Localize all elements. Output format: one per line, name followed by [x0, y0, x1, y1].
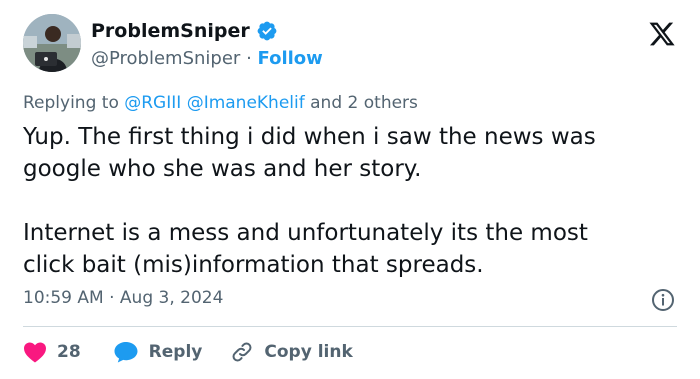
heart-icon: [24, 342, 46, 363]
avatar[interactable]: [23, 14, 81, 72]
separator-dot: ·: [246, 48, 252, 69]
author-handle-row: @ProblemSniper · Follow: [91, 48, 323, 69]
tweet-date: Aug 3, 2024: [119, 288, 224, 308]
tweet-text-line: Yup. The first thing i did when i saw th…: [23, 124, 596, 150]
tweet-text-line: google who she was and her story.: [23, 156, 422, 182]
tweet-text: Yup. The first thing i did when i saw th…: [23, 121, 673, 281]
replying-suffix[interactable]: and 2 others: [310, 93, 418, 113]
mention-rgiii[interactable]: @RGIII: [124, 93, 181, 113]
like-count: 28: [57, 342, 81, 362]
tweet-timestamp[interactable]: 10:59 AM · Aug 3, 2024: [23, 288, 223, 308]
tweet-text-line: click bait (mis)information that spreads…: [23, 252, 484, 278]
tweet-time: 10:59 AM: [23, 288, 104, 308]
replying-to: Replying to @RGIII @ImaneKhelif and 2 ot…: [23, 93, 418, 113]
x-logo-icon[interactable]: [648, 20, 676, 48]
author-name-row: ProblemSniper: [91, 20, 278, 42]
tweet-actions: 28 Reply Copy link: [23, 339, 353, 365]
tweet-text-line: Internet is a mess and unfortunately its…: [23, 220, 588, 246]
reply-label: Reply: [148, 342, 203, 362]
info-icon[interactable]: [651, 288, 675, 312]
mention-imanekhelif[interactable]: @ImaneKhelif: [187, 93, 305, 113]
reply-bubble-icon: [114, 342, 138, 363]
copy-link-label: Copy link: [264, 342, 353, 362]
reply-button[interactable]: Reply: [113, 340, 203, 364]
avatar-image: [23, 14, 81, 72]
tweet-card: ProblemSniper @ProblemSniper · Follow Re…: [0, 0, 700, 379]
follow-button[interactable]: Follow: [258, 48, 323, 69]
verified-badge-icon: [257, 21, 277, 41]
divider: [23, 326, 677, 327]
author-handle[interactable]: @ProblemSniper: [91, 48, 240, 69]
link-icon: [232, 342, 252, 362]
like-button[interactable]: 28: [23, 341, 81, 363]
copy-link-button[interactable]: Copy link: [230, 340, 353, 364]
separator-dot: ·: [109, 288, 115, 308]
author-name[interactable]: ProblemSniper: [91, 20, 250, 42]
replying-prefix: Replying to: [23, 93, 119, 113]
